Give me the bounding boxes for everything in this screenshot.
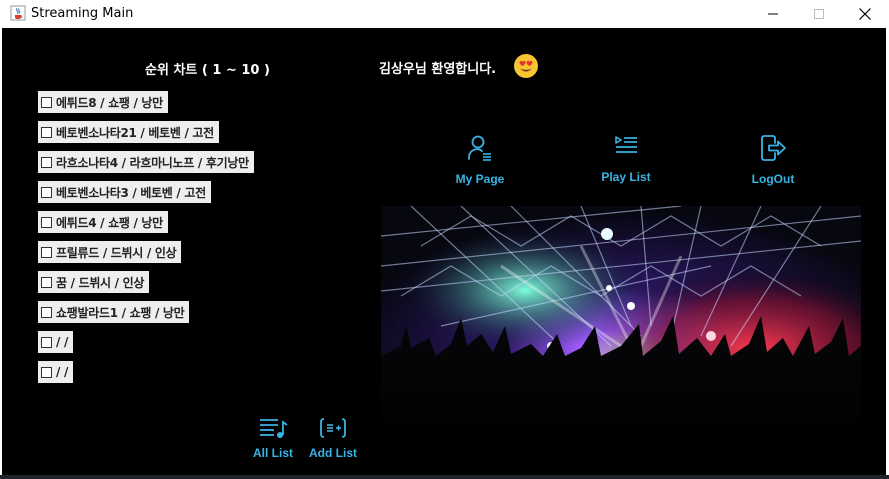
concert-crowd-image [381, 206, 861, 446]
song-checkbox[interactable] [41, 366, 52, 378]
minimize-icon [768, 13, 778, 15]
user-icon [468, 135, 491, 161]
song-item-2[interactable]: 베토벤소나타21 / 베토벤 / 고전 [38, 121, 219, 143]
song-checkbox[interactable] [41, 96, 52, 108]
song-label: 꿈 / 드뷔시 / 인상 [56, 275, 145, 290]
play-list-button[interactable]: Play List [581, 134, 671, 184]
song-item-10[interactable]: / / [38, 361, 74, 383]
music-list-icon [260, 419, 288, 438]
song-label: 에튀드8 / 쇼팽 / 낭만 [56, 95, 163, 110]
song-checkbox[interactable] [41, 336, 52, 348]
logout-label: LogOut [751, 172, 795, 186]
song-item-3[interactable]: 라흐소나타4 / 라흐마니노프 / 후기낭만 [38, 151, 254, 173]
main-panel: 순위 차트 ( 1 ~ 10 ) 김상우님 환영합니다. 에튀드8 / 쇼팽 /… [2, 28, 886, 475]
song-label: / / [56, 335, 69, 349]
welcome-message: 김상우님 환영합니다. [379, 62, 497, 77]
song-label: 베토벤소나타21 / 베토벤 / 고전 [56, 125, 214, 140]
song-item-7[interactable]: 꿈 / 드뷔시 / 인상 [38, 271, 150, 293]
add-list-icon [320, 418, 346, 438]
add-list-button[interactable]: Add List [301, 416, 365, 460]
song-checkbox[interactable] [41, 246, 52, 258]
play-list-label: Play List [601, 170, 651, 184]
java-cup-icon [10, 5, 26, 21]
song-checkbox[interactable] [41, 126, 52, 138]
song-item-4[interactable]: 베토벤소나타3 / 베토벤 / 고전 [38, 181, 211, 203]
my-page-label: My Page [455, 172, 505, 186]
song-checkbox[interactable] [41, 186, 52, 198]
playlist-icon [615, 136, 637, 153]
song-label: 프릴류드 / 드뷔시 / 인상 [56, 245, 177, 260]
close-button[interactable] [842, 0, 888, 28]
song-item-8[interactable]: 쇼팽발라드1 / 쇼팽 / 낭만 [38, 301, 190, 323]
song-checkbox[interactable] [41, 306, 52, 318]
song-checkbox[interactable] [41, 156, 52, 168]
song-checkbox[interactable] [41, 216, 52, 228]
all-list-button[interactable]: All List [241, 416, 305, 460]
song-item-1[interactable]: 에튀드8 / 쇼팽 / 낭만 [38, 91, 168, 113]
my-page-button[interactable]: My Page [435, 134, 525, 186]
song-label: 에튀드4 / 쇼팽 / 낭만 [56, 215, 163, 230]
title-bar: Streaming Main [0, 0, 889, 28]
song-label: 쇼팽발라드1 / 쇼팽 / 낭만 [56, 305, 185, 320]
song-label: 베토벤소나타3 / 베토벤 / 고전 [56, 185, 206, 200]
maximize-icon [814, 9, 824, 19]
song-item-6[interactable]: 프릴류드 / 드뷔시 / 인상 [38, 241, 182, 263]
window-bottom-edge [0, 475, 889, 479]
window-title: Streaming Main [31, 6, 134, 21]
minimize-button[interactable] [750, 0, 796, 28]
chart-title: 순위 차트 ( 1 ~ 10 ) [145, 63, 270, 78]
smiling-heart-eyes-emoji-icon [514, 54, 538, 78]
song-label: / / [56, 365, 69, 379]
all-list-label: All List [252, 446, 293, 460]
logout-button[interactable]: LogOut [728, 134, 818, 186]
song-checkbox[interactable] [41, 276, 52, 288]
maximize-button[interactable] [796, 0, 842, 28]
song-item-5[interactable]: 에튀드4 / 쇼팽 / 낭만 [38, 211, 168, 233]
song-item-9[interactable]: / / [38, 331, 74, 353]
logout-icon [761, 135, 786, 161]
add-list-label: Add List [309, 446, 357, 460]
song-label: 라흐소나타4 / 라흐마니노프 / 후기낭만 [56, 155, 249, 170]
close-icon [859, 8, 871, 20]
